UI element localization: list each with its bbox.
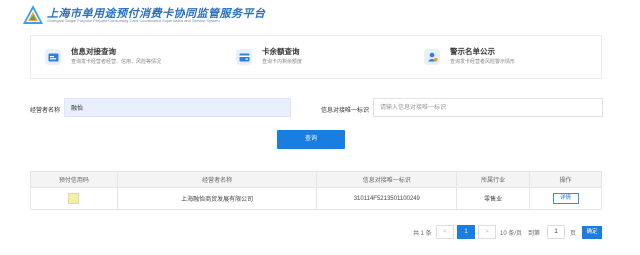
pagination-page-1[interactable]: 1 xyxy=(457,225,475,239)
detail-button[interactable]: 详情 xyxy=(552,193,579,204)
query-button[interactable]: 查询 xyxy=(277,130,345,149)
operator-name-label: 经营者名称 xyxy=(30,108,61,114)
card-balance-icon xyxy=(236,49,252,65)
pagination-next-button[interactable]: > xyxy=(478,225,496,239)
unique-id-label: 信息对接唯一标识 xyxy=(321,108,370,114)
feature-desc: 查询发卡经营者经营、信用、风险等情况 xyxy=(71,59,162,65)
pagination-goto-unit: 页 xyxy=(570,231,577,237)
table-row: 上海融怡商贸发展有限公司 310114F5213501100249 零售业 详情 xyxy=(30,187,602,210)
column-header: 所属行业 xyxy=(456,171,531,188)
column-header: 预付信用码 xyxy=(30,171,118,188)
feature-warning-list[interactable]: 警示名单公示 查询发卡经营者风险警示情形 xyxy=(414,36,594,80)
card-info-icon xyxy=(45,49,61,65)
unique-id-cell: 310114F5213501100249 xyxy=(316,187,458,210)
feature-balance-query[interactable]: 卡余额查询 查询卡内剩余额度 xyxy=(226,36,396,80)
credit-code-cell xyxy=(30,187,118,210)
pagination-goto-label: 到第 xyxy=(528,231,541,237)
feature-title: 警示名单公示 xyxy=(450,47,495,56)
operator-name-cell: 上海融怡商贸发展有限公司 xyxy=(116,187,318,210)
feature-desc: 查询卡内剩余额度 xyxy=(262,59,303,65)
platform-logo-icon xyxy=(23,5,43,24)
feature-title: 卡余额查询 xyxy=(262,47,300,56)
pagination-prev-button[interactable]: < xyxy=(436,225,454,239)
pagination-confirm-button[interactable]: 确定 xyxy=(582,226,602,239)
column-header: 操作 xyxy=(529,171,602,188)
column-header: 信息对接唯一标识 xyxy=(316,171,458,188)
table-header-row: 预付信用码 经营者名称 信息对接唯一标识 所属行业 操作 xyxy=(30,171,602,188)
feature-desc: 查询发卡经营者风险警示情形 xyxy=(450,59,516,65)
pagination-page-size[interactable]: 10 条/页 xyxy=(500,228,522,242)
action-cell: 详情 xyxy=(529,187,602,210)
feature-panel: 信息对接查询 查询发卡经营者经营、信用、风险等情况 卡余额查询 查询卡内剩余额度… xyxy=(30,35,602,79)
pagination-goto-input[interactable]: 1 xyxy=(547,225,565,239)
pagination-total: 共 1 条 xyxy=(413,231,432,237)
results-table: 预付信用码 经营者名称 信息对接唯一标识 所属行业 操作 上海融怡商贸发展有限公… xyxy=(30,171,602,210)
platform-subtitle: Shanghai Single Purpose Prepaid Consumin… xyxy=(47,18,220,23)
warning-user-icon xyxy=(424,49,440,65)
feature-info-query[interactable]: 信息对接查询 查询发卡经营者经营、信用、风险等情况 xyxy=(35,36,205,80)
column-header: 经营者名称 xyxy=(116,171,318,188)
page-header: 上海市单用途预付消费卡协同监管服务平台 Shanghai Single Purp… xyxy=(0,0,640,30)
industry-cell: 零售业 xyxy=(456,187,531,210)
operator-name-input[interactable] xyxy=(64,98,291,117)
credit-code-qr-icon[interactable] xyxy=(68,193,80,204)
feature-title: 信息对接查询 xyxy=(71,47,116,56)
unique-id-input[interactable] xyxy=(373,98,603,117)
